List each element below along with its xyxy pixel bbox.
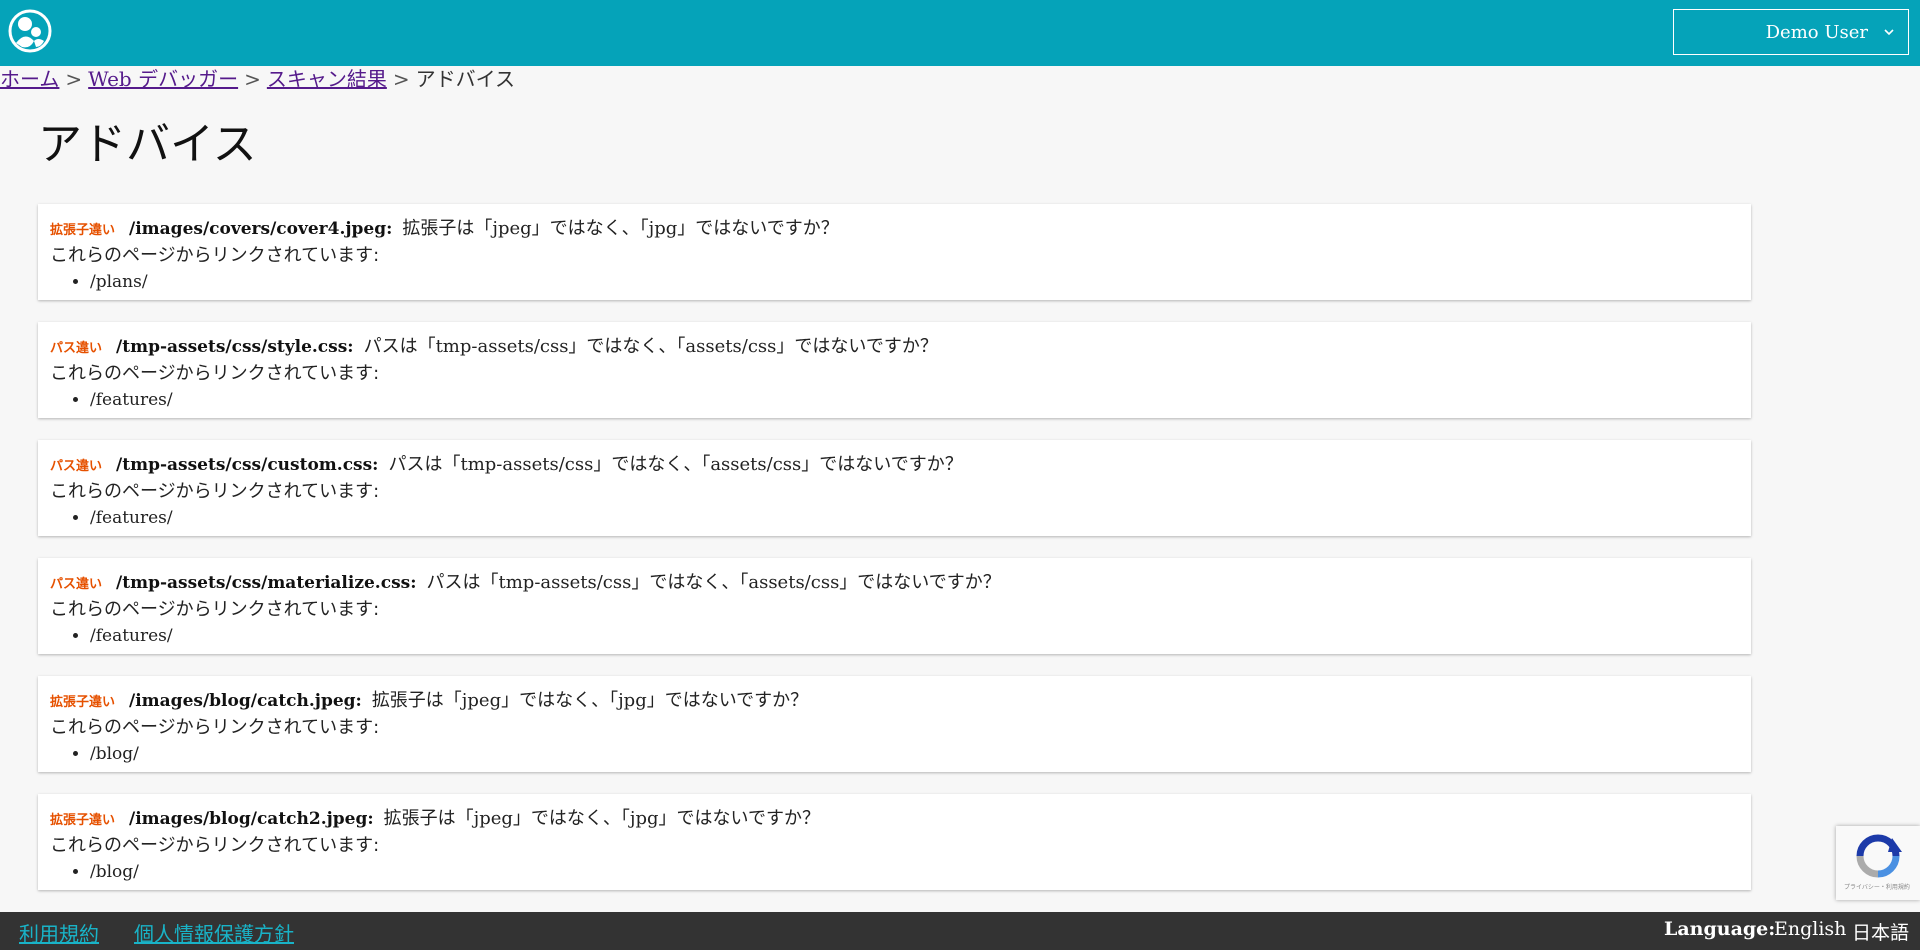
advice-tag: パス違い xyxy=(50,577,103,592)
breadcrumb-debugger-link[interactable]: Web デバッガー xyxy=(88,67,238,91)
advice-path: /images/blog/catch2.jpeg: xyxy=(129,809,374,829)
advice-message: パスは「tmp-assets/css」ではなく、「assets/css」ではない… xyxy=(363,336,938,357)
advice-card: パス違い /tmp-assets/css/materialize.css: パス… xyxy=(38,558,1751,654)
referrer-list: /blog/ xyxy=(50,742,1739,766)
user-menu-button[interactable]: Demo User xyxy=(1673,9,1909,55)
advice-message: 拡張子は「jpeg」ではなく、「jpg」ではないですか？ xyxy=(402,218,839,239)
language-label: Language: xyxy=(1664,918,1776,940)
breadcrumb-current: アドバイス xyxy=(415,67,516,91)
breadcrumb-separator: > xyxy=(65,67,83,91)
advice-message: 拡張子は「jpeg」ではなく、「jpg」ではないですか？ xyxy=(383,808,821,829)
advice-tag: 拡張子違い xyxy=(50,813,116,828)
referrer-item: /features/ xyxy=(90,506,1739,530)
advice-path: /tmp-assets/css/materialize.css: xyxy=(116,573,417,593)
recaptcha-icon xyxy=(1856,834,1902,878)
advice-path: /images/blog/catch.jpeg: xyxy=(129,691,362,711)
linked-from-label: これらのページからリンクされています: xyxy=(50,599,380,620)
referrer-item: /features/ xyxy=(90,624,1739,648)
recaptcha-text: プライバシー・利用規約 xyxy=(1844,884,1910,891)
advice-message: 拡張子は「jpeg」ではなく、「jpg」ではないですか？ xyxy=(371,690,809,711)
advice-tag: パス違い xyxy=(50,341,103,356)
referrer-item: /features/ xyxy=(90,388,1739,412)
referrer-list: /features/ xyxy=(50,624,1739,648)
referrer-item: /blog/ xyxy=(90,742,1739,766)
referrer-item: /plans/ xyxy=(90,270,1739,294)
advice-path: /images/covers/cover4.jpeg: xyxy=(129,219,393,239)
linked-from-label: これらのページからリンクされています: xyxy=(50,363,380,384)
language-english-option[interactable]: English xyxy=(1774,918,1846,940)
referrer-list: /features/ xyxy=(50,388,1739,412)
breadcrumb-home-link[interactable]: ホーム xyxy=(0,67,59,91)
privacy-link[interactable]: 個人情報保護方針 xyxy=(134,918,294,947)
advice-path: /tmp-assets/css/style.css: xyxy=(116,337,354,357)
linked-from-label: これらのページからリンクされています: xyxy=(50,835,380,856)
breadcrumb: ホーム > Web デバッガー > スキャン結果 > アドバイス xyxy=(0,66,515,92)
advice-tag: 拡張子違い xyxy=(50,695,116,710)
linked-from-label: これらのページからリンクされています: xyxy=(50,481,380,502)
advice-message: パスは「tmp-assets/css」ではなく、「assets/css」ではない… xyxy=(426,572,1001,593)
breadcrumb-results-link[interactable]: スキャン結果 xyxy=(267,67,387,91)
user-name-label: Demo User xyxy=(1765,21,1868,43)
referrer-list: /plans/ xyxy=(50,270,1739,294)
top-bar: Demo User xyxy=(0,0,1920,66)
referrer-list: /features/ xyxy=(50,506,1739,530)
advice-tag: 拡張子違い xyxy=(50,223,116,238)
advice-card: パス違い /tmp-assets/css/custom.css: パスは「tmp… xyxy=(38,440,1751,536)
breadcrumb-separator: > xyxy=(244,67,261,91)
referrer-item: /blog/ xyxy=(90,860,1739,884)
advice-list: 拡張子違い /images/covers/cover4.jpeg: 拡張子は「j… xyxy=(38,204,1751,912)
referrer-list: /blog/ xyxy=(50,860,1739,884)
breadcrumb-separator: > xyxy=(392,67,410,91)
recaptcha-badge[interactable]: プライバシー・利用規約 xyxy=(1836,826,1920,900)
linked-from-label: これらのページからリンクされています: xyxy=(50,717,380,738)
footer: 利用規約 個人情報保護方針 Language: English 日本語 xyxy=(0,912,1920,950)
advice-card: パス違い /tmp-assets/css/style.css: パスは「tmp-… xyxy=(38,322,1751,418)
page-title: アドバイス xyxy=(38,119,257,170)
chevron-down-icon xyxy=(1884,29,1894,36)
person-logo-icon[interactable] xyxy=(8,9,52,53)
terms-link[interactable]: 利用規約 xyxy=(19,918,99,947)
advice-card: 拡張子違い /images/covers/cover4.jpeg: 拡張子は「j… xyxy=(38,204,1751,300)
linked-from-label: これらのページからリンクされています: xyxy=(50,245,380,266)
advice-tag: パス違い xyxy=(50,459,103,474)
advice-card: 拡張子違い /images/blog/catch.jpeg: 拡張子は「jpeg… xyxy=(38,676,1751,772)
advice-message: パスは「tmp-assets/css」ではなく、「assets/css」ではない… xyxy=(388,454,963,475)
advice-path: /tmp-assets/css/custom.css: xyxy=(116,455,379,475)
advice-card: 拡張子違い /images/blog/catch2.jpeg: 拡張子は「jpe… xyxy=(38,794,1751,890)
language-japanese-option[interactable]: 日本語 xyxy=(1852,918,1909,945)
